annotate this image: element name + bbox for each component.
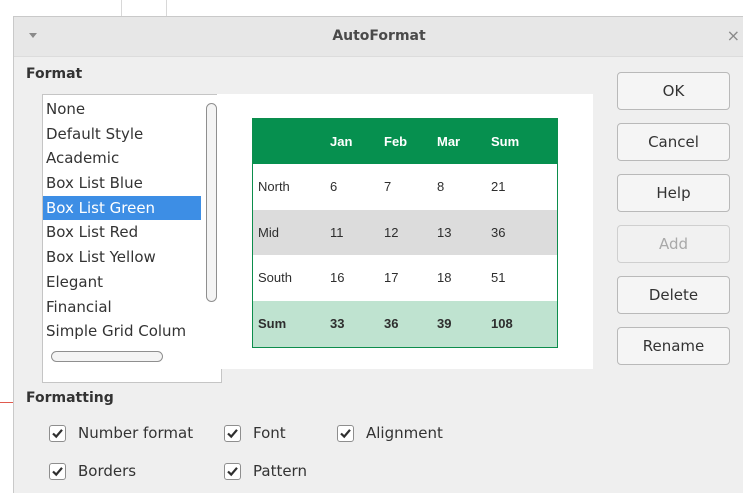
format-list-item[interactable]: None (43, 97, 201, 122)
preview-row: North 6 7 8 21 (253, 164, 557, 210)
font-label: Font (253, 424, 286, 442)
preview-cell: Jan (330, 134, 353, 149)
format-list-item[interactable]: Academic (43, 146, 201, 171)
screen: AutoFormat × Format None Default Style Aca… (0, 0, 743, 493)
preview-table: Jan Feb Mar Sum North 6 7 8 21 Mid 11 12 13 36 South 16… (252, 118, 558, 348)
preview-header-row: Jan Feb Mar Sum (253, 119, 557, 164)
preview-cell: 33 (330, 315, 345, 331)
preview-cell: Mid (258, 224, 279, 240)
preview-cell: North (258, 179, 290, 194)
vertical-scrollbar[interactable] (206, 103, 217, 302)
preview-cell: 6 (330, 179, 338, 194)
preview-cell: 39 (437, 315, 452, 331)
format-list-items: None Default Style Academic Box List Blue Bo… (43, 97, 201, 344)
preview-cell: 17 (384, 270, 399, 285)
format-list-item[interactable]: Box List Yellow (43, 245, 201, 270)
preview-cell: 13 (437, 224, 452, 240)
preview-cell: 36 (384, 315, 399, 331)
checkbox-check-icon (337, 424, 354, 442)
pattern-checkbox[interactable]: Pattern (224, 462, 307, 480)
preview-cell: Sum (491, 134, 520, 149)
ok-button[interactable]: OK (617, 72, 730, 110)
preview-cell: 8 (437, 179, 445, 194)
format-list-item[interactable]: Simple Grid Colum (43, 319, 201, 344)
help-button[interactable]: Help (617, 174, 730, 212)
autoformat-dialog: AutoFormat × Format None Default Style Aca… (13, 16, 743, 493)
format-list-item[interactable]: Default Style (43, 122, 201, 147)
number-format-checkbox[interactable]: Number format (49, 424, 193, 442)
horizontal-scrollbar[interactable] (51, 351, 163, 362)
preview-total-row: Sum 33 36 39 108 (253, 300, 557, 347)
preview-cell: Mar (437, 134, 461, 149)
format-list-item[interactable]: Elegant (43, 270, 201, 295)
checkbox-check-icon (224, 424, 241, 442)
format-section-label: Format (26, 66, 83, 82)
cancel-button[interactable]: Cancel (617, 123, 730, 161)
format-list[interactable]: None Default Style Academic Box List Blue Bo… (42, 94, 222, 383)
title-bar: AutoFormat × (14, 17, 743, 57)
borders-checkbox[interactable]: Borders (49, 462, 136, 480)
preview-row: Mid 11 12 13 36 (253, 209, 557, 255)
rename-button[interactable]: Rename (617, 327, 730, 365)
preview-cell: 12 (384, 224, 399, 240)
number-format-label: Number format (78, 424, 194, 442)
background-divider (166, 0, 167, 16)
format-list-item[interactable]: Box List Blue (43, 171, 201, 196)
background-divider (121, 0, 122, 16)
background-red-line (0, 402, 13, 403)
preview-cell: 108 (491, 315, 513, 331)
format-preview: Jan Feb Mar Sum North 6 7 8 21 Mid 11 12 13 36 South 16… (217, 94, 593, 369)
close-icon[interactable]: × (727, 26, 740, 45)
delete-button[interactable]: Delete (617, 276, 730, 314)
alignment-checkbox[interactable]: Alignment (337, 424, 443, 442)
add-button[interactable]: Add (617, 225, 730, 263)
preview-cell: Feb (384, 134, 408, 149)
preview-cell: 21 (491, 179, 506, 194)
pattern-label: Pattern (253, 462, 307, 480)
preview-cell: South (258, 270, 292, 285)
preview-cell: 7 (384, 179, 392, 194)
alignment-label: Alignment (366, 424, 443, 442)
checkbox-check-icon (224, 462, 241, 480)
format-list-item[interactable]: Box List Red (43, 220, 201, 245)
preview-cell: 11 (330, 224, 344, 240)
format-list-item[interactable]: Box List Green (43, 195, 201, 221)
formatting-section-label: Formatting (26, 390, 114, 406)
preview-cell: 18 (437, 270, 452, 285)
format-list-item[interactable]: Financial (43, 295, 201, 320)
preview-cell: 51 (491, 270, 506, 285)
preview-cell: 16 (330, 270, 345, 285)
preview-row: South 16 17 18 51 (253, 255, 557, 301)
checkbox-check-icon (49, 424, 66, 442)
font-checkbox[interactable]: Font (224, 424, 286, 442)
preview-cell: 36 (491, 224, 506, 240)
checkbox-check-icon (49, 462, 66, 480)
dialog-title: AutoFormat (332, 28, 426, 44)
borders-label: Borders (78, 462, 137, 480)
preview-cell: Sum (258, 315, 287, 331)
